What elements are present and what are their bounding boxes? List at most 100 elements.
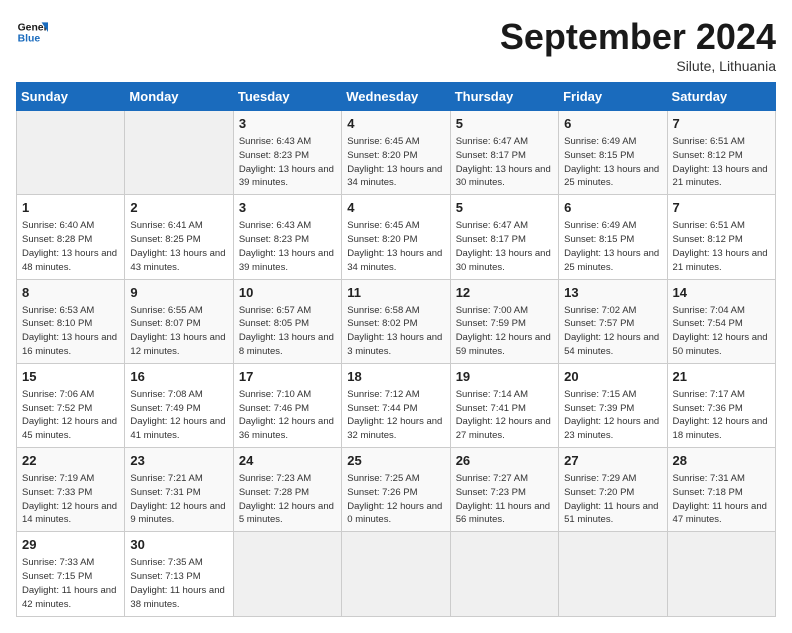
day-info: Sunrise: 6:43 AMSunset: 8:23 PMDaylight:… — [239, 135, 336, 190]
calendar-cell: 7 Sunrise: 6:51 AMSunset: 8:12 PMDaylight… — [667, 195, 775, 279]
location-subtitle: Silute, Lithuania — [500, 58, 776, 74]
calendar-cell: 25 Sunrise: 7:25 AMSunset: 7:26 PMDayligh… — [342, 448, 450, 532]
header-row: SundayMondayTuesdayWednesdayThursdayFrid… — [17, 83, 776, 111]
calendar-cell: 5 Sunrise: 6:47 AMSunset: 8:17 PMDaylight… — [450, 195, 558, 279]
calendar-cell: 18Sunrise: 7:12 AMSunset: 7:44 PMDayligh… — [342, 363, 450, 447]
day-info: Sunrise: 7:21 AMSunset: 7:31 PMDaylight:… — [130, 472, 227, 527]
day-info: Sunrise: 6:51 AMSunset: 8:12 PMDaylight:… — [673, 219, 770, 274]
logo-icon: General Blue — [16, 16, 48, 48]
day-info: Sunrise: 6:49 AMSunset: 8:15 PMDaylight:… — [564, 135, 661, 190]
weekday-header-friday: Friday — [559, 83, 667, 111]
day-info: Sunrise: 7:12 AMSunset: 7:44 PMDaylight:… — [347, 388, 444, 443]
day-info: Sunrise: 6:58 AMSunset: 8:02 PMDaylight:… — [347, 304, 444, 359]
calendar-cell: 28Sunrise: 7:31 AMSunset: 7:18 PMDayligh… — [667, 448, 775, 532]
day-info: Sunrise: 6:45 AMSunset: 8:20 PMDaylight:… — [347, 135, 444, 190]
day-number: 5 — [456, 199, 553, 217]
calendar-cell — [342, 532, 450, 616]
day-number: 25 — [347, 452, 444, 470]
day-number: 6 — [564, 115, 661, 133]
day-info: Sunrise: 6:47 AMSunset: 8:17 PMDaylight:… — [456, 219, 553, 274]
day-info: Sunrise: 7:23 AMSunset: 7:28 PMDaylight:… — [239, 472, 336, 527]
day-number: 5 — [456, 115, 553, 133]
day-number: 24 — [239, 452, 336, 470]
svg-text:Blue: Blue — [18, 34, 41, 45]
day-number: 21 — [673, 368, 770, 386]
page-header: General Blue September 2024 Silute, Lith… — [16, 16, 776, 74]
day-number: 4 — [347, 115, 444, 133]
day-number: 11 — [347, 284, 444, 302]
day-number: 20 — [564, 368, 661, 386]
day-number: 9 — [130, 284, 227, 302]
day-info: Sunrise: 7:17 AMSunset: 7:36 PMDaylight:… — [673, 388, 770, 443]
day-info: Sunrise: 7:33 AMSunset: 7:15 PMDaylight:… — [22, 556, 119, 611]
day-number: 14 — [673, 284, 770, 302]
day-info: Sunrise: 6:57 AMSunset: 8:05 PMDaylight:… — [239, 304, 336, 359]
day-info: Sunrise: 6:53 AMSunset: 8:10 PMDaylight:… — [22, 304, 119, 359]
day-info: Sunrise: 7:02 AMSunset: 7:57 PMDaylight:… — [564, 304, 661, 359]
weekday-header-wednesday: Wednesday — [342, 83, 450, 111]
calendar-week-2: 8 Sunrise: 6:53 AMSunset: 8:10 PMDaylight… — [17, 279, 776, 363]
day-number: 29 — [22, 536, 119, 554]
day-number: 13 — [564, 284, 661, 302]
calendar-cell: 26Sunrise: 7:27 AMSunset: 7:23 PMDayligh… — [450, 448, 558, 532]
logo: General Blue — [16, 16, 48, 48]
calendar-cell: 4Sunrise: 6:45 AMSunset: 8:20 PMDaylight… — [342, 195, 450, 279]
calendar-cell: 27Sunrise: 7:29 AMSunset: 7:20 PMDayligh… — [559, 448, 667, 532]
weekday-header-sunday: Sunday — [17, 83, 125, 111]
calendar-cell: 15 Sunrise: 7:06 AMSunset: 7:52 PMDayligh… — [17, 363, 125, 447]
calendar-cell: 6 Sunrise: 6:49 AMSunset: 8:15 PMDaylight… — [559, 111, 667, 195]
day-number: 8 — [22, 284, 119, 302]
calendar-cell: 5 Sunrise: 6:47 AMSunset: 8:17 PMDaylight… — [450, 111, 558, 195]
day-number: 7 — [673, 115, 770, 133]
calendar-cell — [125, 111, 233, 195]
day-info: Sunrise: 6:55 AMSunset: 8:07 PMDaylight:… — [130, 304, 227, 359]
day-number: 16 — [130, 368, 227, 386]
day-info: Sunrise: 7:08 AMSunset: 7:49 PMDaylight:… — [130, 388, 227, 443]
day-number: 4 — [347, 199, 444, 217]
calendar-cell: 6 Sunrise: 6:49 AMSunset: 8:15 PMDaylight… — [559, 195, 667, 279]
calendar-cell: 24 Sunrise: 7:23 AMSunset: 7:28 PMDayligh… — [233, 448, 341, 532]
day-number: 1 — [22, 199, 119, 217]
day-info: Sunrise: 6:49 AMSunset: 8:15 PMDaylight:… — [564, 219, 661, 274]
day-info: Sunrise: 6:47 AMSunset: 8:17 PMDaylight:… — [456, 135, 553, 190]
month-title: September 2024 — [500, 16, 776, 58]
day-number: 15 — [22, 368, 119, 386]
day-info: Sunrise: 7:10 AMSunset: 7:46 PMDaylight:… — [239, 388, 336, 443]
calendar-cell: 22 Sunrise: 7:19 AMSunset: 7:33 PMDayligh… — [17, 448, 125, 532]
day-number: 3 — [239, 199, 336, 217]
day-number: 22 — [22, 452, 119, 470]
calendar-cell — [667, 532, 775, 616]
calendar-cell: 29 Sunrise: 7:33 AMSunset: 7:15 PMDayligh… — [17, 532, 125, 616]
calendar-cell: 23Sunrise: 7:21 AMSunset: 7:31 PMDayligh… — [125, 448, 233, 532]
day-number: 28 — [673, 452, 770, 470]
calendar-cell: 10 Sunrise: 6:57 AMSunset: 8:05 PMDayligh… — [233, 279, 341, 363]
calendar-cell: 14 Sunrise: 7:04 AMSunset: 7:54 PMDayligh… — [667, 279, 775, 363]
day-info: Sunrise: 7:25 AMSunset: 7:26 PMDaylight:… — [347, 472, 444, 527]
calendar-week-1: 1Sunrise: 6:40 AMSunset: 8:28 PMDaylight… — [17, 195, 776, 279]
day-number: 7 — [673, 199, 770, 217]
day-info: Sunrise: 6:41 AMSunset: 8:25 PMDaylight:… — [130, 219, 227, 274]
calendar-cell: 1Sunrise: 6:40 AMSunset: 8:28 PMDaylight… — [17, 195, 125, 279]
weekday-header-monday: Monday — [125, 83, 233, 111]
day-number: 3 — [239, 115, 336, 133]
day-info: Sunrise: 7:04 AMSunset: 7:54 PMDaylight:… — [673, 304, 770, 359]
calendar-cell: 21 Sunrise: 7:17 AMSunset: 7:36 PMDayligh… — [667, 363, 775, 447]
day-info: Sunrise: 7:00 AMSunset: 7:59 PMDaylight:… — [456, 304, 553, 359]
calendar-cell: 2Sunrise: 6:41 AMSunset: 8:25 PMDaylight… — [125, 195, 233, 279]
day-info: Sunrise: 7:06 AMSunset: 7:52 PMDaylight:… — [22, 388, 119, 443]
day-number: 19 — [456, 368, 553, 386]
calendar-cell: 13 Sunrise: 7:02 AMSunset: 7:57 PMDayligh… — [559, 279, 667, 363]
calendar-cell — [233, 532, 341, 616]
day-number: 10 — [239, 284, 336, 302]
calendar-cell: 3 Sunrise: 6:43 AMSunset: 8:23 PMDaylight… — [233, 195, 341, 279]
day-info: Sunrise: 7:14 AMSunset: 7:41 PMDaylight:… — [456, 388, 553, 443]
calendar-cell: 11 Sunrise: 6:58 AMSunset: 8:02 PMDayligh… — [342, 279, 450, 363]
calendar-cell: 7Sunrise: 6:51 AMSunset: 8:12 PMDaylight… — [667, 111, 775, 195]
day-number: 27 — [564, 452, 661, 470]
day-info: Sunrise: 6:43 AMSunset: 8:23 PMDaylight:… — [239, 219, 336, 274]
day-number: 6 — [564, 199, 661, 217]
calendar-cell — [450, 532, 558, 616]
weekday-header-tuesday: Tuesday — [233, 83, 341, 111]
day-info: Sunrise: 7:19 AMSunset: 7:33 PMDaylight:… — [22, 472, 119, 527]
calendar-cell: 19 Sunrise: 7:14 AMSunset: 7:41 PMDayligh… — [450, 363, 558, 447]
